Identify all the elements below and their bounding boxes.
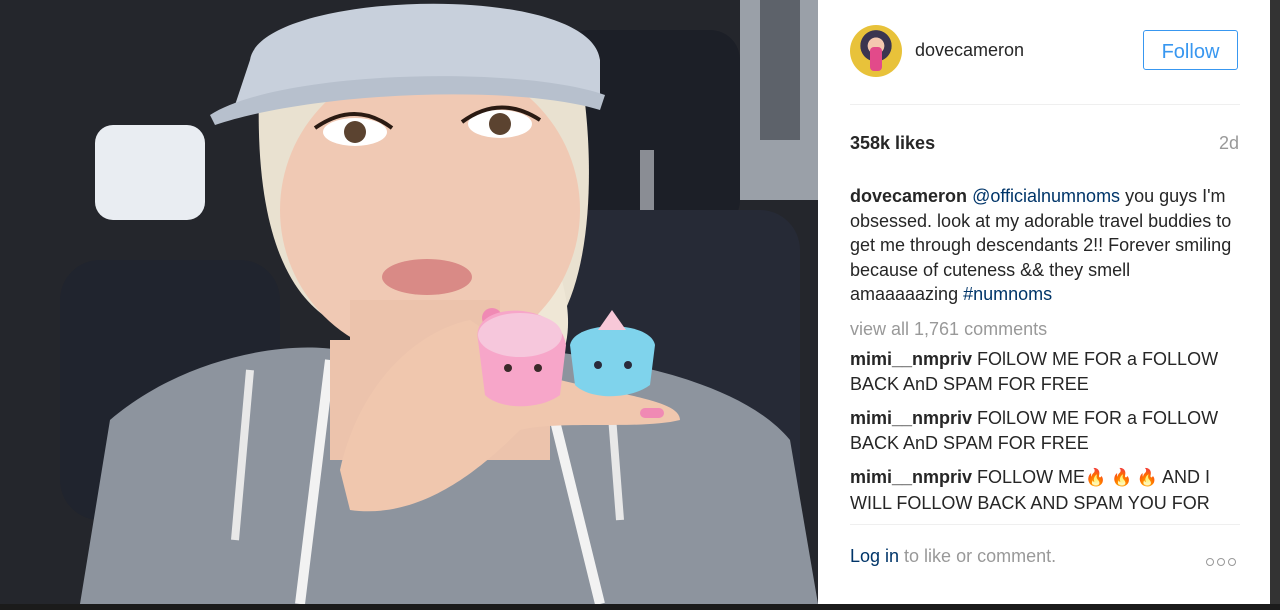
dot-icon	[1228, 558, 1236, 566]
comment-item: mimi__nmpriv FOlLOW ME FOR a FOLLOW BACK…	[850, 347, 1242, 396]
caption-mention[interactable]: @officialnumnoms	[972, 186, 1120, 206]
selfie-illustration	[0, 0, 818, 604]
caption-username[interactable]: dovecameron	[850, 186, 967, 206]
caption: dovecameron @officialnumnoms you guys I'…	[850, 184, 1242, 307]
comment-text: FOLLOW ME	[972, 467, 1086, 487]
comment-username[interactable]: mimi__nmpriv	[850, 467, 972, 487]
login-link[interactable]: Log in	[850, 546, 899, 566]
likes-count[interactable]: 358k likes	[850, 133, 935, 154]
post-photo[interactable]	[0, 0, 818, 604]
username[interactable]: dovecameron	[915, 40, 1024, 61]
comments-list[interactable]: dovecameron @officialnumnoms you guys I'…	[850, 184, 1242, 512]
fire-emoji-icons: 🔥 🔥 🔥	[1085, 468, 1159, 487]
dot-icon	[1206, 558, 1214, 566]
login-prompt-text: to like or comment.	[899, 546, 1057, 566]
bottom-strip	[0, 604, 1280, 610]
post-details-panel: dovecameron Follow 358k likes 2d dovecam…	[818, 0, 1270, 604]
comment-username[interactable]: mimi__nmpriv	[850, 349, 972, 369]
avatar-figure	[870, 47, 882, 71]
window-edge	[1270, 0, 1280, 604]
post-age[interactable]: 2d	[1219, 133, 1239, 154]
avatar[interactable]	[850, 25, 902, 77]
footer-divider	[850, 524, 1240, 525]
caption-hashtag[interactable]: #numnoms	[963, 284, 1052, 304]
comment-item: mimi__nmpriv FOLLOW ME🔥 🔥 🔥 AND I WILL F…	[850, 465, 1242, 512]
follow-button[interactable]: Follow	[1143, 30, 1238, 70]
more-options-icon[interactable]	[1206, 553, 1240, 566]
dot-icon	[1217, 558, 1225, 566]
comment-item: mimi__nmpriv FOlLOW ME FOR a FOLLOW BACK…	[850, 406, 1242, 455]
login-prompt: Log in to like or comment.	[850, 546, 1056, 567]
comment-username[interactable]: mimi__nmpriv	[850, 408, 972, 428]
post-header: dovecameron Follow	[850, 24, 1240, 80]
header-divider	[850, 104, 1240, 105]
view-all-comments[interactable]: view all 1,761 comments	[850, 317, 1242, 342]
